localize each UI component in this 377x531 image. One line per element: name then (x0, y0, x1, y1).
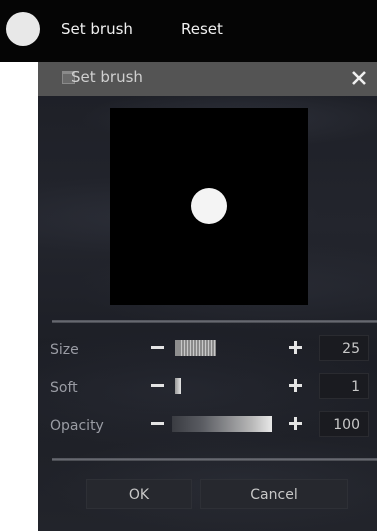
set-brush-menu-item[interactable]: Set brush (61, 20, 133, 38)
brush-color-swatch[interactable] (6, 12, 40, 46)
dialog-title: Set brush (71, 68, 143, 86)
size-slider[interactable] (172, 339, 272, 357)
size-plus-button[interactable] (287, 339, 305, 357)
ok-button[interactable]: OK (86, 479, 192, 509)
size-value-field[interactable]: 25 (319, 335, 369, 361)
opacity-slider[interactable] (172, 415, 272, 433)
reset-menu-item[interactable]: Reset (181, 20, 223, 38)
opacity-minus-button[interactable] (149, 415, 167, 433)
size-slider-thumb[interactable] (175, 340, 216, 356)
soft-value-field[interactable]: 1 (319, 373, 369, 399)
cancel-button[interactable]: Cancel (200, 479, 348, 509)
set-brush-dialog: Set brush Size 25 Soft 1 Opacity 100 OK … (38, 62, 377, 531)
soft-slider-thumb[interactable] (175, 378, 181, 394)
soft-minus-button[interactable] (149, 377, 167, 395)
opacity-label: Opacity (50, 418, 104, 434)
brush-preview (110, 108, 308, 305)
soft-row: Soft 1 (38, 372, 377, 402)
size-row: Size 25 (38, 334, 377, 364)
opacity-row: Opacity 100 (38, 410, 377, 440)
opacity-value-field[interactable]: 100 (319, 411, 369, 437)
top-toolbar: Set brush Reset (0, 0, 377, 62)
divider (52, 320, 377, 323)
size-label: Size (50, 342, 79, 358)
soft-slider[interactable] (172, 377, 272, 395)
close-icon (352, 71, 366, 85)
soft-plus-button[interactable] (287, 377, 305, 395)
opacity-plus-button[interactable] (287, 415, 305, 433)
close-button[interactable] (349, 68, 369, 88)
soft-label: Soft (50, 380, 78, 396)
dialog-titlebar[interactable]: Set brush (38, 62, 377, 96)
size-minus-button[interactable] (149, 339, 167, 357)
opacity-slider-fill[interactable] (172, 416, 272, 432)
divider (52, 458, 377, 461)
brush-preview-dot (191, 188, 227, 224)
